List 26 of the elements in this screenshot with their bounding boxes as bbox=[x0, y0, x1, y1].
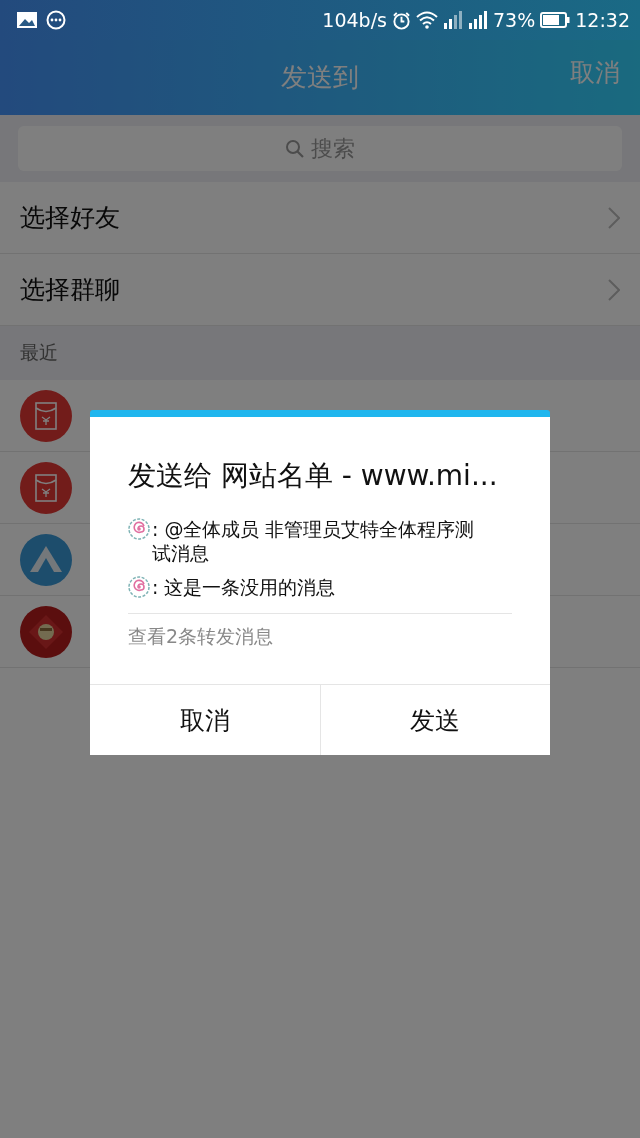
chevron-icon bbox=[608, 278, 620, 301]
forwarded-messages-link[interactable]: 查看2条转发消息 bbox=[128, 624, 512, 650]
battery-icon bbox=[540, 12, 571, 28]
chevron-icon bbox=[608, 206, 620, 229]
dialog-title: 发送给 网站名单 - www.mi... bbox=[128, 458, 499, 494]
spiral-icon bbox=[128, 518, 150, 540]
envelope-avatar bbox=[20, 389, 72, 442]
image-icon bbox=[16, 11, 38, 29]
screen-title: 发送到 bbox=[281, 61, 359, 94]
more-icon bbox=[46, 10, 66, 30]
menu-item[interactable]: 选择好友 bbox=[0, 182, 640, 254]
send-button[interactable]: 发送 bbox=[319, 685, 550, 755]
clock: 12:32 bbox=[575, 9, 630, 31]
message-text: : @全体成员 非管理员艾特全体程序测试消息 bbox=[152, 517, 476, 565]
section-label: 最近 bbox=[20, 340, 58, 365]
signal-icon bbox=[468, 11, 488, 29]
spiral-icon bbox=[128, 576, 150, 598]
envelope-avatar bbox=[20, 461, 72, 514]
search-icon bbox=[285, 138, 305, 159]
signal-icon bbox=[443, 11, 463, 29]
alarm-icon bbox=[392, 10, 411, 30]
network-speed: 104b/s bbox=[322, 9, 387, 31]
battery-percent: 73% bbox=[493, 9, 536, 31]
wifi-icon bbox=[416, 11, 438, 29]
message-text: : 这是一条没用的消息 bbox=[152, 575, 336, 599]
tent-avatar bbox=[20, 533, 72, 586]
